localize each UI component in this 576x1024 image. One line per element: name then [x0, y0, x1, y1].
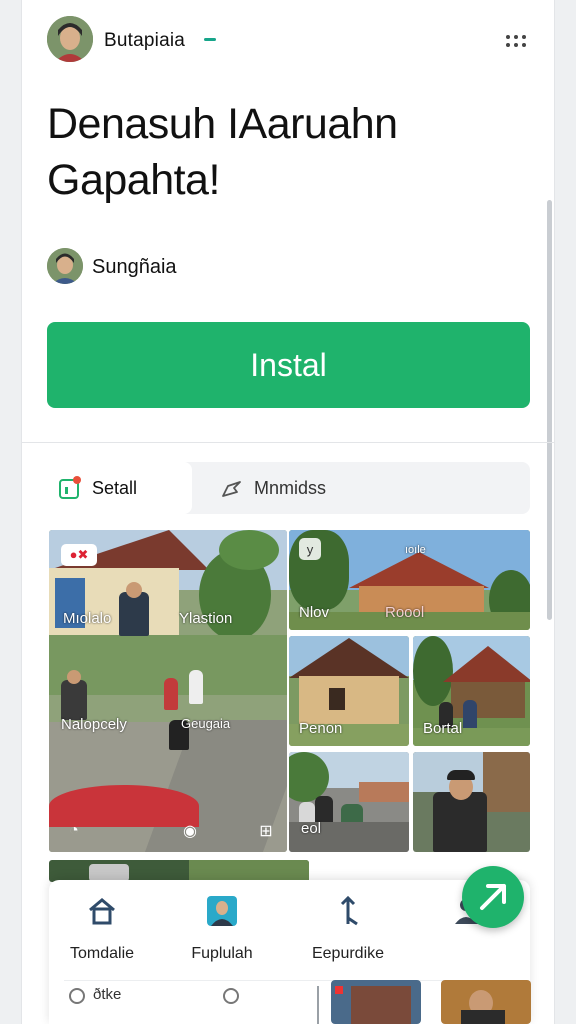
footer-thumb-house[interactable] [331, 980, 421, 1024]
app-name: Butapiaia [104, 30, 186, 51]
photo-label: Bortal [423, 720, 463, 737]
footer-thumb-portrait[interactable] [441, 980, 531, 1024]
nav-label: Tomdalie [69, 945, 135, 962]
author-name: Sungñaia [92, 256, 177, 278]
gallery-photo-mid-left[interactable]: Penon [289, 636, 409, 746]
photo-label: eol [301, 820, 322, 837]
developer-avatar[interactable] [47, 16, 93, 62]
like-icon [223, 988, 239, 1004]
photo-label: Nlov [299, 604, 330, 621]
send-arrow-icon [480, 884, 506, 910]
nav-item-pin[interactable]: Eepurdike [293, 894, 403, 974]
profile-card-icon [207, 896, 237, 926]
gallery-photo-bottom-left[interactable]: eol [289, 752, 409, 852]
photo-gallery: ●✖ Mıolalo Ylastion Nalopcely Geugaia ◔ … [49, 530, 530, 852]
home-icon [89, 898, 115, 925]
nav-label: Eepurdike [311, 945, 385, 962]
scrollbar[interactable] [547, 200, 552, 620]
photo-label: Nalopcely [61, 716, 127, 733]
tab-moments-label: Mnmidss [254, 477, 327, 498]
comment-icon: ◔ [69, 822, 79, 839]
photo-label: Roool [385, 604, 425, 621]
nav-item-profile[interactable]: Fuplulah [167, 894, 277, 974]
play-icon: y [299, 538, 321, 560]
verified-mark [204, 38, 216, 41]
more-dots-icon[interactable] [502, 30, 530, 52]
title-line-1: Denasuh IAaruahn [47, 100, 398, 148]
send-fab-button[interactable] [462, 866, 524, 928]
page-title: Denasuh IAaruahn Gapahta! [47, 96, 527, 208]
photo-label: Penon [299, 720, 343, 737]
footer-meta: ðtke [93, 986, 122, 1003]
grid-icon: ⊞ [259, 823, 273, 840]
nav-label: Fuplulah [191, 945, 253, 962]
title-line-2: Gapahta! [47, 156, 220, 204]
tab-details[interactable]: Setall [42, 462, 192, 514]
photo-label: Geugaia [181, 716, 231, 731]
header: Butapiaia [22, 0, 554, 80]
gallery-photo-mid-right[interactable]: Bortal [413, 636, 530, 746]
share-arrow-icon [222, 481, 241, 497]
tab-moments[interactable]: Mnmidss [176, 462, 530, 514]
clock-icon [69, 988, 85, 1004]
gallery-photo-large[interactable]: ●✖ Mıolalo Ylastion Nalopcely Geugaia ◔ … [49, 530, 287, 852]
pin-icon [340, 895, 358, 926]
nav-item-home[interactable]: Tomdalie [47, 894, 157, 974]
column-divider [317, 986, 319, 1024]
section-divider [22, 442, 554, 443]
photo-label: Mıolalo [63, 610, 112, 627]
bottom-navigation: Tomdalie Fuplulah Eepurdike ðtke [47, 880, 531, 1024]
install-button[interactable]: Instal [47, 322, 530, 408]
gallery-photo-strip[interactable] [49, 860, 309, 882]
photo-label: ıoıle [405, 544, 426, 556]
gallery-photo-bottom-right[interactable] [413, 752, 530, 852]
photo-label: Ylastion [179, 610, 233, 627]
tab-details-label: Setall [92, 477, 138, 498]
like-icon: ◉ [183, 823, 197, 840]
app-detail-page: Butapiaia Denasuh IAaruahn Gapahta! Sung… [22, 0, 554, 1024]
video-badge-icon: ●✖ [61, 544, 97, 566]
details-icon [59, 476, 81, 499]
gallery-photo-top-right[interactable]: y Nlov Roool ıoıle [289, 530, 530, 630]
author-avatar [47, 248, 83, 284]
